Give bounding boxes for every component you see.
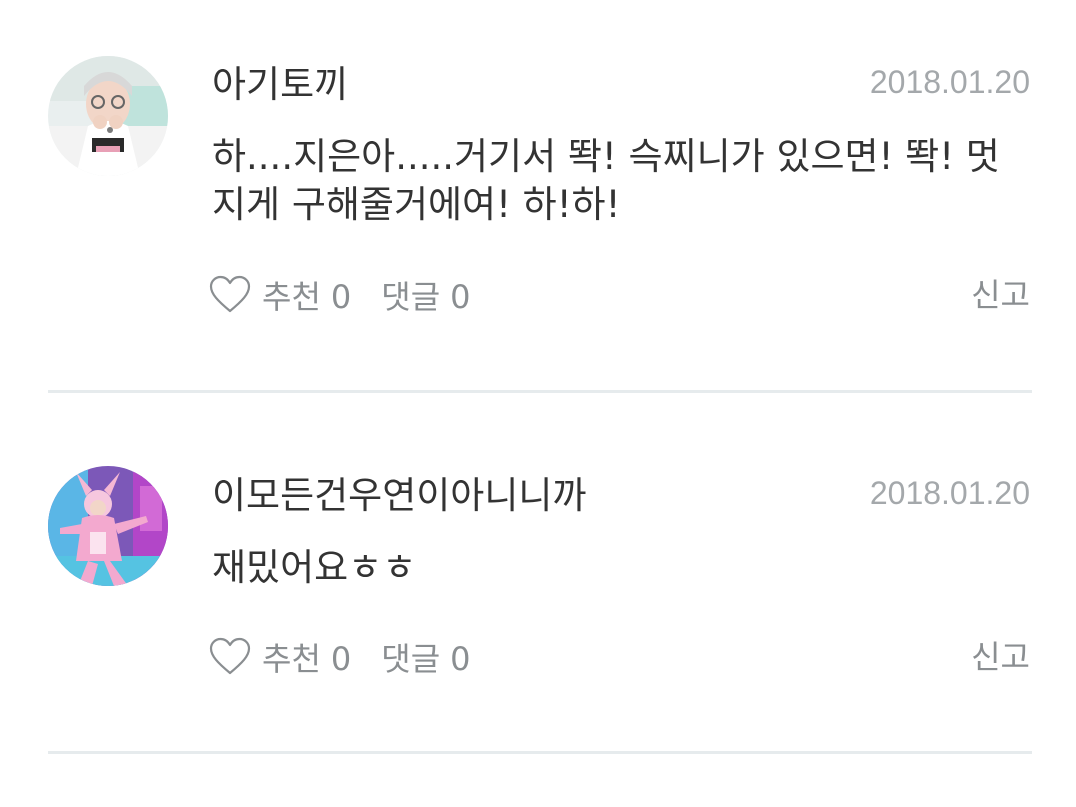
comment-actions: 추천 0 댓글 0 [208, 633, 471, 681]
like-count: 0 [330, 278, 352, 316]
divider [48, 390, 1032, 393]
like-label: 추천 [262, 278, 321, 316]
reply-label: 댓글 [381, 278, 441, 316]
avatar[interactable] [48, 466, 168, 586]
reply-button[interactable]: 댓글 0 [381, 272, 470, 318]
like-button[interactable]: 추천 0 [262, 272, 351, 318]
reply-count: 0 [450, 278, 471, 316]
reply-button[interactable]: 댓글 0 [381, 634, 470, 680]
comment-date: 2018.01.20 [869, 475, 1030, 511]
heart-outline-icon[interactable] [208, 273, 252, 317]
report-button[interactable]: 신고 [971, 279, 1030, 311]
like-count: 0 [330, 640, 352, 678]
like-label: 추천 [262, 640, 321, 678]
divider [48, 751, 1032, 754]
report-button[interactable]: 신고 [971, 641, 1030, 673]
author-name[interactable]: 아기토끼 [212, 66, 348, 103]
reply-count: 0 [450, 640, 471, 678]
author-name[interactable]: 이모든건우연이아니니까 [212, 477, 586, 514]
avatar-photo [48, 56, 168, 176]
avatar[interactable] [48, 56, 168, 176]
comment-text: 재밌어요ㅎㅎ [212, 546, 417, 589]
comment-actions: 추천 0 댓글 0 [208, 271, 471, 319]
comment-date: 2018.01.20 [869, 64, 1030, 100]
comment-item: 이모든건우연이아니니까 2018.01.20 재밌어요ㅎㅎ 추천 0 댓글 0 신고 [0, 395, 1076, 757]
like-button[interactable]: 추천 0 [262, 634, 351, 680]
avatar-photo [48, 466, 168, 586]
heart-outline-icon[interactable] [208, 635, 252, 679]
comment-item: 아기토끼 2018.01.20 하....지은아.....거기서 똭! 슥찌니가… [0, 0, 1076, 395]
reply-label: 댓글 [381, 640, 441, 678]
comment-text: 하....지은아.....거기서 똭! 슥찌니가 있으면! 똭! 멋지게 구해줄… [212, 135, 1000, 226]
